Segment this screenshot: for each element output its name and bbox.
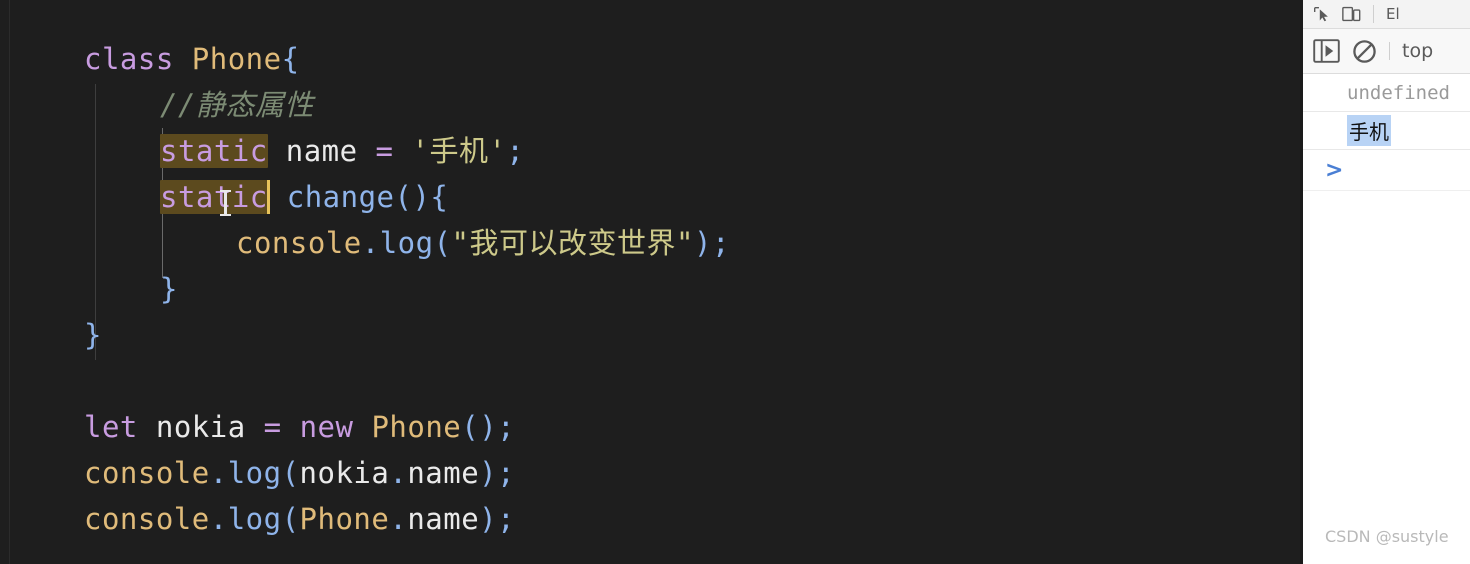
device-toolbar-icon[interactable] <box>1342 6 1361 22</box>
code-token: . <box>209 456 228 490</box>
screenshot-root: class Phone{//静态属性 static name = '手机'; sta… <box>0 0 1470 564</box>
code-line[interactable]: console.log(Phone.name); <box>0 496 1300 542</box>
console-toolbar-divider <box>1389 42 1390 60</box>
code-token: Phone <box>371 410 462 444</box>
code-line[interactable]: //静态属性 <box>0 82 1300 128</box>
code-token: ) <box>479 502 498 536</box>
console-row[interactable]: 手机 <box>1303 112 1470 150</box>
console-row-value: 手机 <box>1347 115 1391 146</box>
code-token: ) <box>479 456 498 490</box>
code-token: console <box>84 456 210 490</box>
console-prompt[interactable]: > <box>1303 150 1470 191</box>
code-token: { <box>430 180 449 214</box>
code-editor-pane[interactable]: class Phone{//静态属性 static name = '手机'; sta… <box>0 0 1300 564</box>
code-token: name <box>407 456 480 490</box>
code-token: . <box>209 502 228 536</box>
code-token: change <box>286 180 395 214</box>
code-token: . <box>361 226 380 260</box>
code-token: = <box>263 410 282 444</box>
code-token: static <box>160 134 268 168</box>
inspect-element-icon[interactable] <box>1313 6 1330 23</box>
console-row[interactable]: undefined <box>1303 74 1470 112</box>
code-token: log <box>379 226 434 260</box>
code-token: { <box>281 42 300 76</box>
code-line[interactable]: } <box>0 312 1300 358</box>
code-token: new <box>299 410 354 444</box>
code-line[interactable]: class Phone{ <box>0 36 1300 82</box>
code-token: () <box>394 180 431 214</box>
code-token: static <box>160 180 268 214</box>
console-sidebar-icon[interactable] <box>1313 39 1340 63</box>
code-token: log <box>227 456 282 490</box>
code-line[interactable] <box>0 358 1300 404</box>
console-output[interactable]: undefined 手机 <box>1303 74 1470 150</box>
code-token: name <box>285 134 358 168</box>
console-row-value: undefined <box>1347 81 1450 104</box>
execution-context-dropdown[interactable]: top <box>1402 40 1433 62</box>
code-text[interactable]: class Phone{//静态属性 static name = '手机'; sta… <box>0 36 1300 542</box>
code-token: Phone <box>299 502 390 536</box>
code-token: nokia <box>155 410 246 444</box>
code-token: log <box>227 502 282 536</box>
code-token: Phone <box>191 42 282 76</box>
code-token: nokia <box>299 456 390 490</box>
code-token: } <box>84 318 102 352</box>
code-token: . <box>389 502 408 536</box>
code-line[interactable]: console.log("我可以改变世界"); <box>0 220 1300 266</box>
code-token: } <box>160 272 178 306</box>
code-token: //静态属性 <box>160 88 314 122</box>
code-token: ; <box>497 410 516 444</box>
toolbar-divider <box>1373 5 1374 23</box>
code-token: ; <box>506 134 525 168</box>
code-line[interactable]: static name = '手机'; <box>0 128 1300 174</box>
devtools-main-toolbar[interactable]: El <box>1303 0 1470 29</box>
console-toolbar[interactable]: top <box>1303 29 1470 74</box>
code-token: ( <box>281 456 300 490</box>
text-cursor-ibeam <box>220 190 231 216</box>
code-line[interactable]: static change(){ <box>0 174 1300 220</box>
code-line[interactable]: } <box>0 266 1300 312</box>
code-token: () <box>461 410 498 444</box>
code-token: class <box>84 42 174 76</box>
code-token: ; <box>497 456 516 490</box>
code-token: console <box>236 226 362 260</box>
code-token: ; <box>497 502 516 536</box>
code-line[interactable]: let nokia = new Phone(); <box>0 404 1300 450</box>
clear-console-icon[interactable] <box>1352 39 1377 64</box>
code-token: ( <box>433 226 452 260</box>
code-token: ; <box>711 226 730 260</box>
watermark-text: CSDN @sustyle <box>1325 527 1449 546</box>
code-token: . <box>389 456 408 490</box>
code-token: = <box>375 134 394 168</box>
prompt-chevron-icon: > <box>1325 157 1344 183</box>
code-token: console <box>84 502 210 536</box>
code-token: ) <box>693 226 712 260</box>
code-token: '手机' <box>411 134 507 168</box>
devtools-panel[interactable]: El top undefined 手机 > CSDN @sustyle <box>1300 0 1470 564</box>
tab-elements[interactable]: El <box>1386 5 1400 23</box>
code-line[interactable]: console.log(nokia.name); <box>0 450 1300 496</box>
code-token: ( <box>281 502 300 536</box>
code-token: let <box>84 410 138 444</box>
code-token: "我可以改变世界" <box>451 226 694 260</box>
code-token: name <box>407 502 480 536</box>
